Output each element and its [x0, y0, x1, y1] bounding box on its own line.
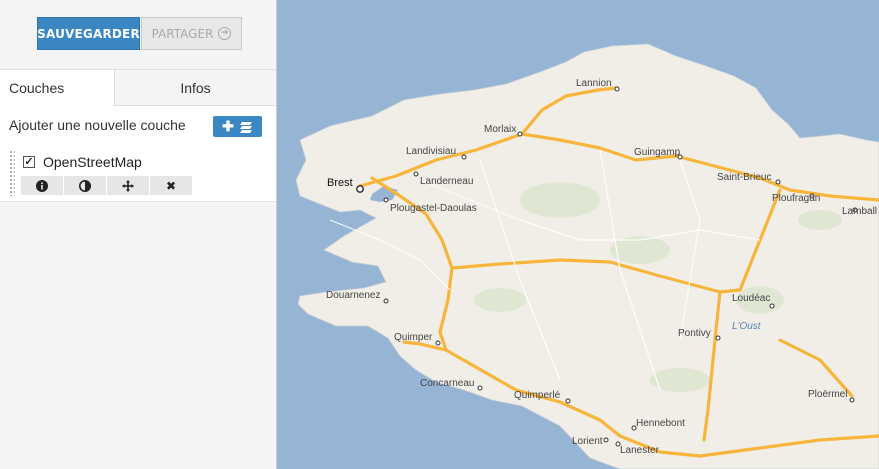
city-label-quimper: Quimper	[394, 332, 433, 343]
share-button[interactable]: PARTAGER ➔	[141, 17, 242, 50]
city-label-morlaix: Morlaix	[484, 124, 516, 135]
toolbar: SAUVEGARDER PARTAGER ➔	[0, 0, 276, 70]
save-button[interactable]: SAUVEGARDER	[37, 17, 140, 50]
city-label-pontivy: Pontivy	[678, 328, 711, 339]
layer-item: ✓ OpenStreetMap ✖	[9, 150, 264, 196]
city-label-douarnenez: Douarnenez	[326, 290, 380, 301]
layer-opacity-button[interactable]	[64, 176, 106, 195]
add-layer-label: Ajouter une nouvelle couche	[9, 117, 186, 133]
city-label-ploufragan: Ploufragan	[772, 193, 820, 204]
drag-handle[interactable]	[9, 150, 15, 196]
layer-tools: ✖	[21, 176, 192, 195]
close-icon: ✖	[165, 178, 177, 193]
city-label-brest: Brest	[327, 177, 353, 189]
map-view[interactable]: Lannion Morlaix Landivisiau Guingamp Bre…	[277, 0, 879, 469]
contrast-icon	[79, 179, 91, 192]
city-label-lamball: Lamball	[842, 206, 877, 217]
city-label-lanester: Lanester	[620, 445, 660, 456]
tab-bar: Couches Infos	[0, 70, 276, 106]
layer-visibility-checkbox[interactable]: ✓	[23, 156, 35, 168]
map-canvas: Lannion Morlaix Landivisiau Guingamp Bre…	[277, 0, 879, 469]
city-label-landerneau: Landerneau	[420, 176, 473, 187]
city-label-hennebont: Hennebont	[636, 418, 685, 429]
share-label: PARTAGER	[151, 26, 214, 41]
layers-icon	[239, 121, 252, 133]
arrow-right-icon: ➔	[218, 27, 232, 40]
info-icon	[36, 179, 48, 192]
city-label-plougastel-daoulas: Plougastel-Daoulas	[390, 203, 477, 214]
add-layer-button[interactable]: ✚	[213, 116, 262, 137]
layer-zoom-button[interactable]	[107, 176, 149, 195]
layer-name: OpenStreetMap	[43, 154, 142, 170]
city-label-ploermel: Ploërmel	[808, 389, 847, 400]
city-label-saint-brieuc: Saint-Brieuc	[717, 172, 771, 183]
tab-couches[interactable]: Couches	[0, 70, 115, 106]
city-label-concarneau: Concarneau	[420, 378, 474, 389]
city-label-lorient: Lorient	[572, 436, 603, 447]
city-label-lannion: Lannion	[576, 78, 612, 89]
city-label-quimperle: Quimperlé	[514, 390, 561, 401]
city-label-guingamp: Guingamp	[634, 147, 681, 158]
layers-panel: Ajouter une nouvelle couche ✚ ✓ OpenStre…	[0, 106, 276, 202]
layer-delete-button[interactable]: ✖	[150, 176, 192, 195]
city-label-loudeac: Loudéac	[732, 293, 770, 304]
city-label-loust: L'Oust	[732, 321, 762, 332]
move-icon	[122, 179, 134, 192]
tab-infos[interactable]: Infos	[115, 70, 276, 105]
plus-icon: ✚	[222, 118, 234, 134]
sidebar: SAUVEGARDER PARTAGER ➔ Couches Infos Ajo…	[0, 0, 277, 469]
layer-info-button[interactable]	[21, 176, 63, 195]
city-label-landivisiau: Landivisiau	[406, 146, 456, 157]
